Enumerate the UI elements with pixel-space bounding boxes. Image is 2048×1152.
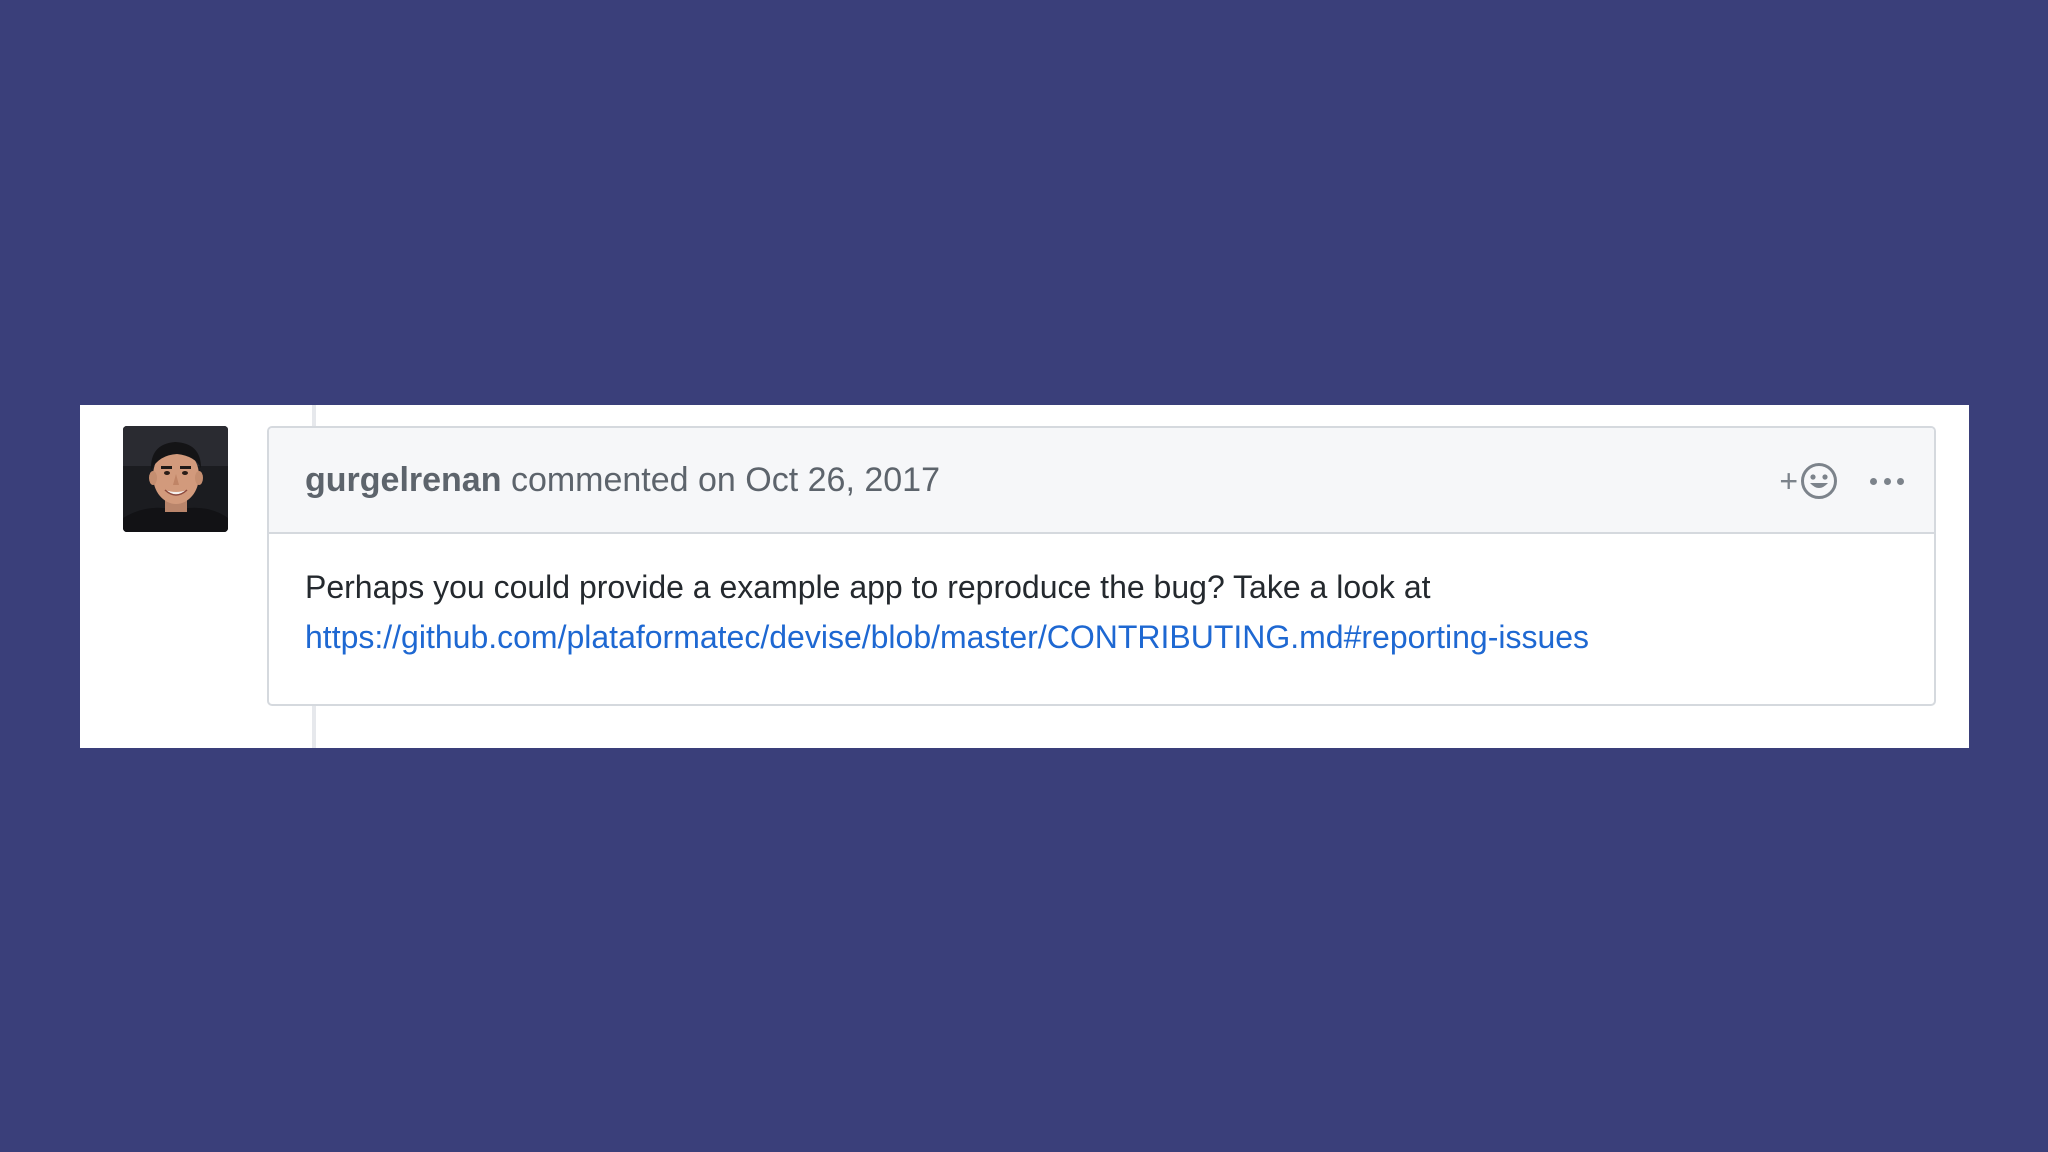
dot [1883,477,1891,485]
comment-text: Perhaps you could provide a example app … [305,569,1431,605]
plus-icon: + [1779,463,1798,499]
comment-box: gurgelrenan commented on Oct 26, 2017 + [267,426,1936,706]
comment-meta: gurgelrenan commented on Oct 26, 2017 [305,458,940,502]
dot [1897,477,1904,485]
author-link[interactable]: gurgelrenan [305,461,501,499]
add-reaction-button[interactable]: + [1779,460,1838,502]
comment-action: commented on [510,461,736,499]
kebab-horizontal-icon[interactable] [1870,468,1904,494]
contributing-link[interactable]: https://github.com/plataformatec/devise/… [305,612,1898,662]
avatar-photo [123,426,228,532]
avatar[interactable] [123,426,228,532]
dot [1870,477,1877,485]
comment-panel: gurgelrenan commented on Oct 26, 2017 + [80,405,1969,748]
comment-body: Perhaps you could provide a example app … [305,562,1898,662]
smiley-icon [1801,463,1837,499]
comment-header: gurgelrenan commented on Oct 26, 2017 + [269,428,1934,534]
comment-date[interactable]: Oct 26, 2017 [745,461,940,499]
